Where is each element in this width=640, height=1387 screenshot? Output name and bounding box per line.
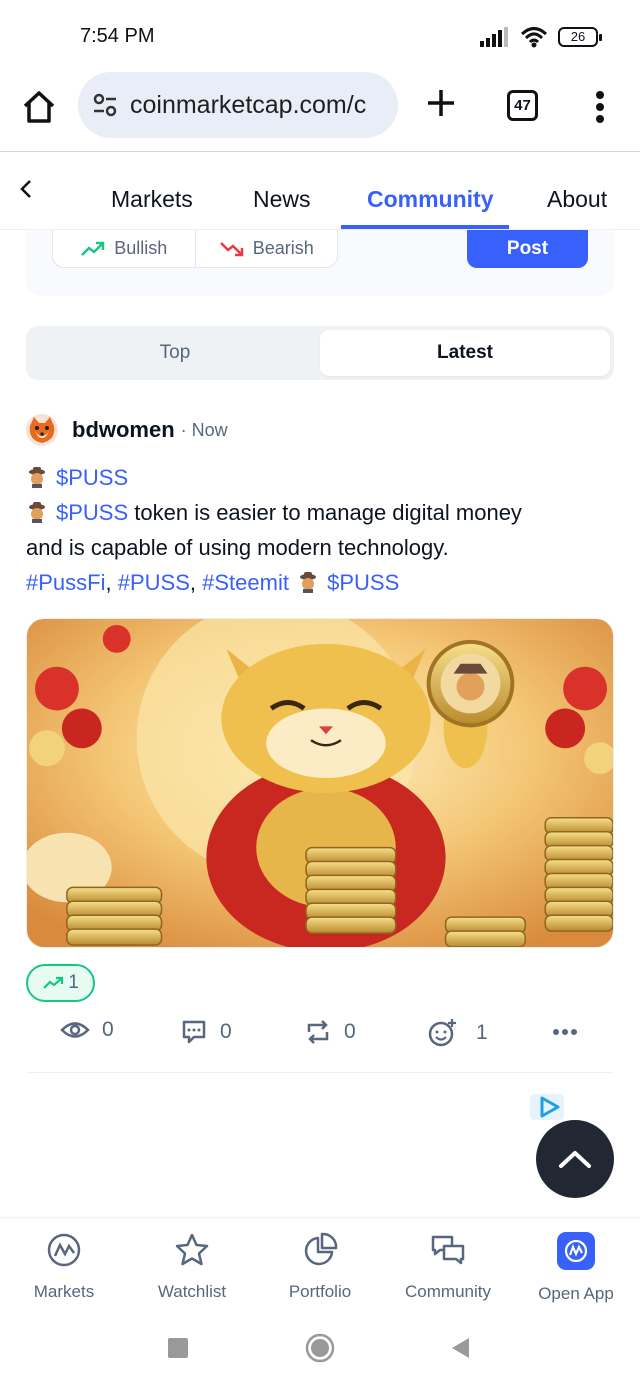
bottom-nav: Markets Watchlist Portfolio Community Op… — [0, 1217, 640, 1309]
star-icon — [175, 1233, 209, 1266]
tab-community[interactable]: Community — [367, 186, 494, 213]
chat-bubbles-icon — [431, 1235, 465, 1265]
hashtag-link[interactable]: #Steemit — [202, 570, 289, 595]
reaction-button[interactable]: 1 — [428, 1018, 488, 1048]
tab-news[interactable]: News — [253, 186, 311, 213]
repost-button[interactable]: 0 — [304, 1018, 356, 1046]
browser-toolbar: coinmarketcap.com/c 47 — [0, 72, 640, 152]
url-bar[interactable]: coinmarketcap.com/c — [78, 72, 398, 138]
post-button[interactable]: Post — [467, 230, 588, 268]
pie-chart-icon — [304, 1232, 338, 1266]
bottom-nav-watchlist[interactable]: Watchlist — [128, 1232, 256, 1302]
post-time: · Now — [180, 419, 228, 440]
bearish-label: Bearish — [252, 238, 314, 258]
site-nav: Markets News Community About — [0, 152, 640, 230]
bullish-vote-chip[interactable]: 1 — [26, 964, 95, 1002]
repost-icon — [307, 1020, 329, 1044]
status-time: 7:54 PM — [80, 25, 155, 47]
battery-indicator: 26 — [558, 27, 602, 47]
trend-up-icon — [43, 976, 64, 989]
tab-top[interactable]: Top — [30, 330, 320, 376]
status-icons: 26 — [480, 26, 602, 48]
post-header: bdwomen · Now — [26, 414, 228, 446]
puss-cat-icon — [29, 467, 45, 488]
comments-count: 0 — [220, 1020, 232, 1043]
bottom-nav-portfolio[interactable]: Portfolio — [256, 1232, 384, 1302]
tab-markets[interactable]: Markets — [111, 186, 193, 213]
back-chevron-icon[interactable] — [14, 176, 40, 202]
cmc-logo-icon — [557, 1232, 595, 1270]
ticker-link[interactable]: $PUSS — [56, 500, 128, 525]
system-nav-bar — [0, 1310, 640, 1387]
sentiment-selector: Bullish Bearish — [52, 230, 338, 268]
bearish-button[interactable]: Bearish — [194, 230, 338, 267]
bullish-count: 1 — [68, 972, 79, 993]
post-line-2: $PUSS token is easier to manage digital … — [26, 495, 606, 530]
bullish-button[interactable]: Bullish — [53, 230, 195, 267]
scroll-to-top-button[interactable] — [536, 1120, 614, 1198]
eye-icon — [60, 1022, 90, 1038]
post-actions: 0 0 0 1 — [0, 1018, 640, 1052]
feed-toggle: Top Latest — [26, 326, 614, 380]
more-horiz-icon[interactable] — [552, 1028, 578, 1036]
recents-icon[interactable] — [167, 1337, 189, 1359]
hashtag-link[interactable]: #PussFi — [26, 570, 105, 595]
hashtag-link[interactable]: #PUSS — [118, 570, 190, 595]
ticker-link[interactable]: $PUSS — [327, 570, 399, 595]
post-body: $PUSS $PUSS token is easier to manage di… — [26, 460, 606, 600]
home-icon[interactable] — [20, 88, 58, 126]
home-circle-icon[interactable] — [305, 1333, 335, 1363]
post-line-4: #PussFi, #PUSS, #Steemit $PUSS — [26, 570, 400, 595]
add-reaction-icon — [428, 1019, 456, 1047]
avatar[interactable] — [26, 414, 58, 446]
puss-cat-icon — [300, 572, 317, 593]
tab-about[interactable]: About — [547, 186, 607, 213]
bottom-nav-open-app[interactable]: Open App — [512, 1232, 640, 1304]
active-tab-indicator — [341, 225, 509, 229]
bottom-nav-markets[interactable]: Markets — [0, 1232, 128, 1302]
reposts-count: 0 — [344, 1020, 356, 1043]
views-stat: 0 — [60, 1018, 114, 1042]
new-tab-icon[interactable] — [424, 86, 458, 120]
markets-icon — [47, 1233, 81, 1267]
post-author[interactable]: bdwomen — [72, 417, 175, 443]
bullish-label: Bullish — [114, 238, 168, 258]
post-text: and is capable of using modern technolog… — [26, 535, 449, 560]
signal-icon — [480, 27, 508, 47]
url-text: coinmarketcap.com/c — [130, 90, 367, 119]
post-line-1: $PUSS — [26, 460, 606, 495]
comment-button[interactable]: 0 — [180, 1018, 232, 1046]
site-settings-icon[interactable] — [92, 92, 118, 118]
tab-switcher-button[interactable]: 47 — [507, 90, 538, 121]
comment-icon — [182, 1020, 206, 1044]
ad-choices-icon[interactable] — [530, 1094, 564, 1120]
bottom-nav-community[interactable]: Community — [384, 1232, 512, 1302]
ticker-link[interactable]: $PUSS — [56, 465, 128, 490]
post-text: token is easier to manage digital money — [128, 500, 522, 525]
views-count: 0 — [102, 1018, 114, 1041]
trend-up-icon — [81, 241, 105, 256]
post-divider — [26, 1072, 614, 1073]
chevron-up-icon — [559, 1151, 591, 1168]
wifi-icon — [520, 27, 548, 48]
post-image[interactable] — [26, 618, 614, 948]
more-vert-icon[interactable] — [594, 90, 606, 124]
trend-down-icon — [219, 241, 243, 256]
status-bar: 7:54 PM 26 — [0, 0, 640, 72]
back-triangle-icon[interactable] — [449, 1336, 471, 1360]
puss-cat-icon — [29, 502, 45, 523]
tab-latest[interactable]: Latest — [320, 330, 610, 376]
reactions-count: 1 — [476, 1021, 488, 1044]
